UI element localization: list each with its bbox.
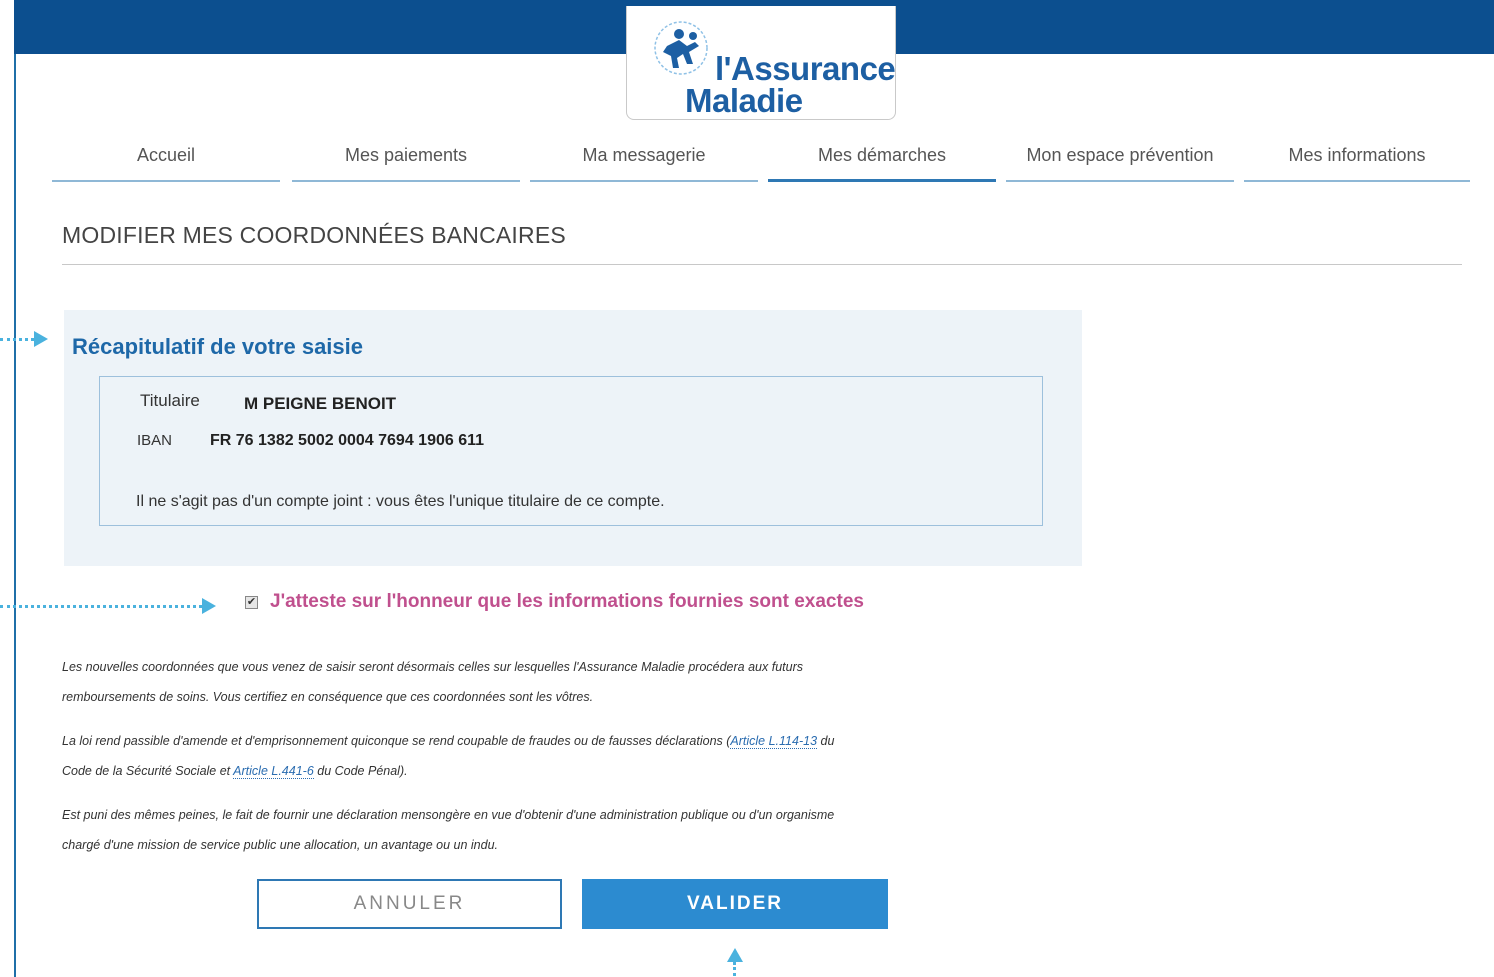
joint-account-note: Il ne s'agit pas d'un compte joint : vou… [136,493,665,510]
cancel-button[interactable]: ANNULER [257,879,562,929]
left-frame-border [14,0,16,977]
validate-button[interactable]: VALIDER [582,879,888,929]
holder-label: Titulaire [140,391,200,410]
annotation-arrow-line [0,338,34,341]
summary-panel: Récapitulatif de votre saisie Titulaire … [64,310,1082,566]
tab-mon-espace-prevention[interactable]: Mon espace prévention [1006,138,1234,182]
article-l441-6-link[interactable]: Article L.441-6 [233,764,314,779]
tab-accueil[interactable]: Accueil [52,138,280,182]
tab-mes-informations[interactable]: Mes informations [1244,138,1470,182]
attestation-label[interactable]: J'atteste sur l'honneur que les informat… [270,591,864,613]
annotation-arrow-right-icon [202,598,216,614]
legal-paragraph-3: Est puni des mêmes peines, le fait de fo… [62,800,1062,860]
legal-text: du [817,734,835,748]
tab-mes-demarches[interactable]: Mes démarches [768,138,996,182]
legal-text: Est puni des mêmes peines, le fait de fo… [62,808,835,822]
brand-logo[interactable]: l'Assurance Maladie [626,6,896,120]
legal-line: Code de la Sécurité Sociale et Article L… [62,756,1062,786]
summary-heading: Récapitulatif de votre saisie [72,334,363,359]
tab-mes-paiements[interactable]: Mes paiements [292,138,520,182]
legal-text: remboursements de soins. Vous certifiez … [62,690,594,704]
annotation-arrow-line [733,962,736,976]
tab-ma-messagerie[interactable]: Ma messagerie [530,138,758,182]
legal-paragraph-2: La loi rend passible d'amende et d'empri… [62,726,1062,786]
iban-label: IBAN [137,432,173,449]
logo-emblem-icon [654,21,708,75]
page-title: MODIFIER MES COORDONNÉES BANCAIRES [62,222,566,248]
legal-text: Les nouvelles coordonnées que vous venez… [62,660,803,674]
attestation-checkbox[interactable]: ✔ [245,596,258,609]
article-l114-13-link[interactable]: Article L.114-13 [730,734,818,749]
summary-details-box: Titulaire M PEIGNE BENOIT IBAN FR 76 138… [99,376,1043,526]
holder-value: M PEIGNE BENOIT [244,394,397,413]
annotation-arrow-right-icon [34,331,48,347]
title-divider [62,264,1462,265]
legal-text: du Code Pénal). [313,764,408,778]
legal-text: chargé d'une mission de service public u… [62,838,499,852]
iban-value: FR 76 1382 5002 0004 7694 1906 611 [210,432,485,449]
annotation-arrow-up-icon [727,948,743,962]
annotation-arrow-line [0,605,202,608]
legal-paragraph-1: Les nouvelles coordonnées que vous venez… [62,652,1062,712]
legal-text: Code de la Sécurité Sociale et [62,764,234,778]
main-navigation: Accueil Mes paiements Ma messagerie Mes … [52,138,1470,183]
legal-text: La loi rend passible d'amende et d'empri… [62,734,731,748]
logo-text-line2: Maladie [685,82,803,119]
legal-line: La loi rend passible d'amende et d'empri… [62,726,1062,756]
